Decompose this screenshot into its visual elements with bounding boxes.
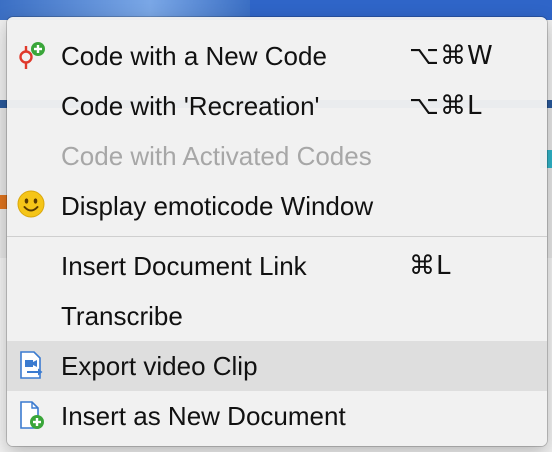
menu-item-label: Display emoticode Window [61, 190, 374, 221]
menu-item-label: Code with Activated Codes [61, 140, 372, 171]
menu-item-export-video-clip[interactable]: Export video Clip [7, 341, 547, 391]
code-new-icon [17, 40, 47, 70]
menu-item-label: Insert as New Document [61, 400, 346, 431]
context-menu: Code with a New Code ⌥⌘W Code with 'Recr… [7, 17, 547, 446]
menu-item-transcribe[interactable]: Transcribe [7, 291, 547, 341]
menu-separator [7, 236, 547, 237]
menu-item-label: Code with 'Recreation' [61, 90, 320, 121]
menu-item-code-with-recreation[interactable]: Code with 'Recreation' ⌥⌘L [7, 81, 547, 131]
menu-item-insert-document-link[interactable]: Insert Document Link ⌘L [7, 241, 547, 291]
menu-item-insert-as-new-document[interactable]: Insert as New Document [7, 391, 547, 441]
smiley-icon [17, 190, 47, 220]
menu-item-code-with-activated-codes: Code with Activated Codes [7, 131, 547, 181]
menu-item-label: Insert Document Link [61, 250, 307, 281]
menu-item-shortcut: ⌘L [409, 251, 452, 281]
menu-item-label: Code with a New Code [61, 40, 327, 71]
menu-item-display-emoticode-window[interactable]: Display emoticode Window [7, 181, 547, 231]
menu-item-label: Transcribe [61, 300, 183, 331]
new-document-icon [17, 400, 47, 430]
export-video-icon [17, 350, 47, 380]
menu-item-label: Export video Clip [61, 350, 258, 381]
menu-item-shortcut: ⌥⌘W [409, 41, 494, 71]
menu-item-code-with-new-code[interactable]: Code with a New Code ⌥⌘W [7, 31, 547, 81]
menu-item-shortcut: ⌥⌘L [409, 91, 483, 121]
